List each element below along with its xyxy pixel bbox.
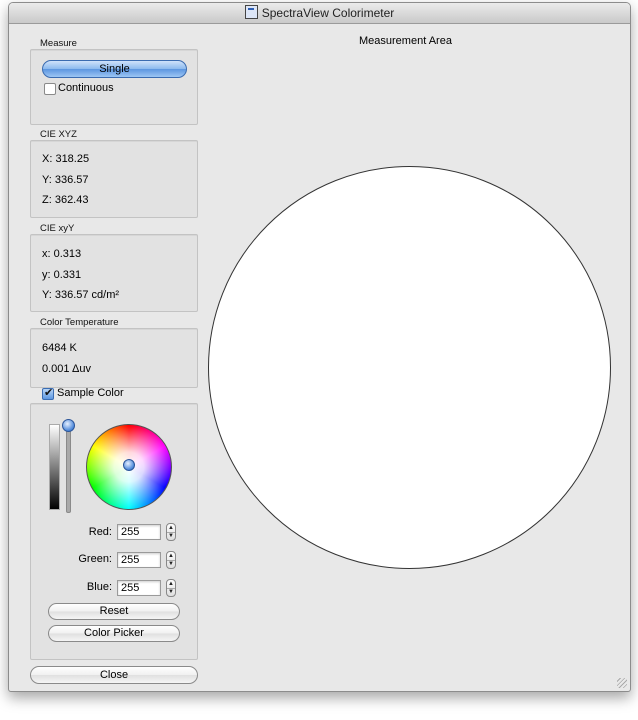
color-picker-button[interactable]: Color Picker [48,625,180,642]
sample-color-checkbox[interactable]: ✔ [42,387,54,400]
continuous-checkbox[interactable] [44,83,56,95]
green-label: Green: [78,553,112,565]
stepper-up-icon[interactable]: ▲ [167,552,175,560]
xyz-x-value: X: 318.25 [42,153,90,165]
stepper-up-icon[interactable]: ▲ [167,524,175,532]
duv-value: 0.001 Δuv [42,363,91,375]
red-stepper[interactable]: ▲ ▼ [166,523,176,541]
stepper-down-icon[interactable]: ▼ [167,560,175,568]
sample-color-label: Sample Color [57,387,124,399]
luminance-gradient-bar [49,424,60,510]
stepper-down-icon[interactable]: ▼ [167,588,175,596]
xyy-y-value: y: 0.331 [42,269,82,281]
stepper-down-icon[interactable]: ▼ [167,532,175,540]
reset-button[interactable]: Reset [48,603,180,620]
green-input[interactable]: 255 [117,552,161,568]
colorimeter-window: SpectraView Colorimeter Measure Single C… [8,2,631,692]
red-label: Red: [88,526,112,538]
window-title: SpectraView Colorimeter [261,6,395,20]
brightness-slider-track[interactable] [66,425,71,513]
xyz-y-value: Y: 336.57 [42,174,89,186]
blue-stepper[interactable]: ▲ ▼ [166,579,176,597]
color-temperature-label: Color Temperature [40,317,119,328]
brightness-slider-knob[interactable] [62,419,75,432]
stepper-up-icon[interactable]: ▲ [167,580,175,588]
blue-input[interactable]: 255 [117,580,161,596]
checkmark-icon: ✔ [44,387,54,399]
app-icon [244,5,258,19]
green-stepper[interactable]: ▲ ▼ [166,551,176,569]
continuous-label: Continuous [58,82,114,94]
blue-label: Blue: [86,581,112,593]
measure-label: Measure [40,38,77,49]
close-button[interactable]: Close [30,666,198,684]
title-bar[interactable]: SpectraView Colorimeter [9,3,630,24]
kelvin-value: 6484 K [42,342,77,354]
xyy-x-value: x: 0.313 [42,248,82,260]
xyz-z-value: Z: 362.43 [42,194,89,206]
xyy-luminance-value: Y: 336.57 cd/m² [42,289,120,301]
single-button[interactable]: Single [42,60,187,78]
measurement-area-title: Measurement Area [359,35,452,47]
color-wheel-knob[interactable] [123,459,135,471]
red-input[interactable]: 255 [117,524,161,540]
cie-xyy-label: CIE xyY [40,223,75,234]
cie-xyz-label: CIE XYZ [40,129,77,140]
color-temperature-group [30,328,198,388]
resize-grip-icon[interactable] [617,678,627,688]
measurement-area-circle [208,166,611,569]
